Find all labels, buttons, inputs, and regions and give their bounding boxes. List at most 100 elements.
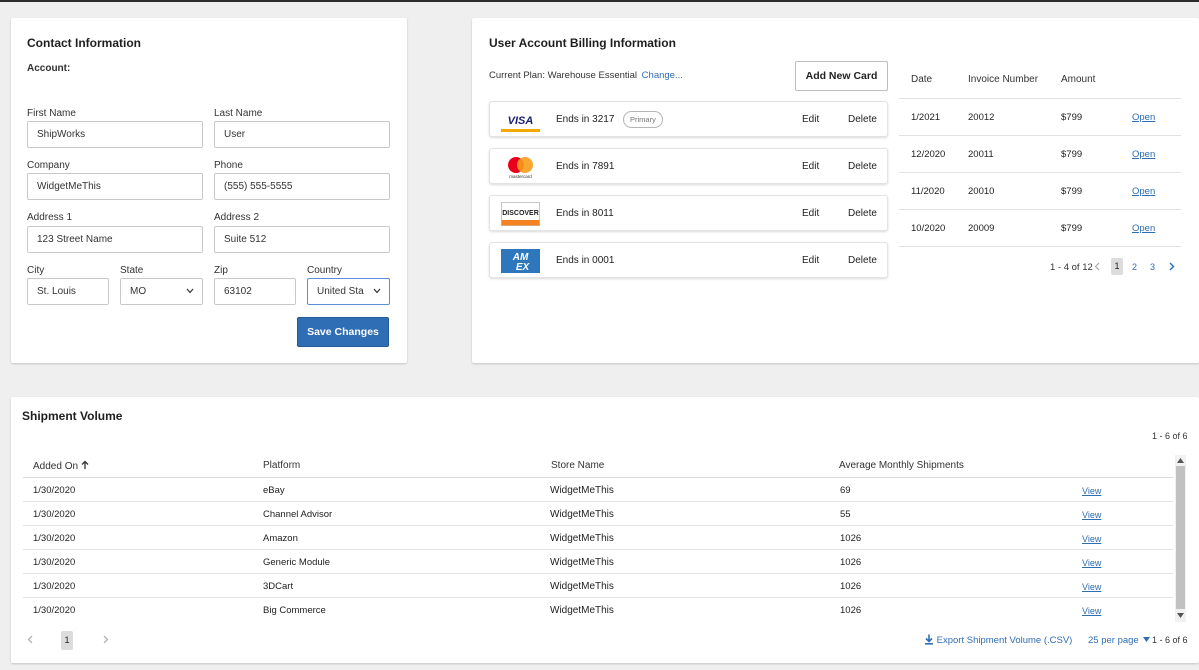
shipment-title: Shipment Volume	[22, 409, 123, 423]
invoice-header-number: Invoice Number	[968, 74, 1039, 85]
card-row: VISA Ends in 3217 Primary Edit Delete	[489, 101, 888, 137]
scroll-down-icon[interactable]	[1177, 613, 1184, 618]
cell-added-on: 1/30/2020	[33, 605, 76, 616]
card-ends: Ends in 0001	[556, 255, 615, 266]
header-avg-monthly[interactable]: Average Monthly Shipments	[839, 460, 964, 471]
open-invoice-link[interactable]: Open	[1132, 112, 1155, 123]
delete-card-button[interactable]: Delete	[848, 161, 877, 172]
invoice-amount: $799	[1061, 186, 1083, 197]
invoice-date: 11/2020	[911, 186, 945, 197]
view-link[interactable]: View	[1082, 558, 1101, 568]
zip-field[interactable]: 63102	[214, 278, 296, 305]
account-label: Account:	[27, 63, 71, 74]
chevron-left-icon[interactable]	[27, 635, 33, 644]
first-name-field[interactable]: ShipWorks	[27, 121, 203, 148]
country-label: Country	[307, 265, 343, 276]
view-link[interactable]: View	[1082, 486, 1101, 496]
invoice-date: 10/2020	[911, 223, 946, 234]
discover-logo-icon: DISCOVER	[501, 202, 540, 226]
chevron-right-icon[interactable]	[1169, 262, 1175, 271]
open-invoice-link[interactable]: Open	[1132, 149, 1155, 160]
invoice-number: 20012	[968, 112, 995, 123]
cell-store: WidgetMeThis	[550, 485, 614, 496]
card-row: mastercard Ends in 7891 Edit Delete	[489, 148, 888, 184]
state-select[interactable]: MO	[120, 278, 203, 305]
top-border	[0, 0, 1199, 2]
address1-field[interactable]: 123 Street Name	[27, 226, 203, 253]
edit-card-button[interactable]: Edit	[802, 208, 819, 219]
export-csv-button[interactable]: Export Shipment Volume (.CSV)	[924, 634, 1072, 646]
header-platform[interactable]: Platform	[263, 460, 300, 471]
card-ends: Ends in 7891	[556, 161, 615, 172]
contact-title: Contact Information	[27, 36, 141, 50]
address2-field[interactable]: Suite 512	[214, 226, 390, 253]
invoice-amount: $799	[1061, 112, 1083, 123]
invoice-row: 11/2020 20010 $799 Open	[899, 173, 1181, 210]
open-invoice-link[interactable]: Open	[1132, 186, 1155, 197]
invoice-date: 12/2020	[911, 149, 946, 160]
cell-avg: 55	[840, 509, 851, 520]
delete-card-button[interactable]: Delete	[848, 255, 877, 266]
delete-card-button[interactable]: Delete	[848, 208, 877, 219]
cell-avg: 1026	[840, 557, 862, 568]
invoice-number: 20011	[968, 149, 994, 160]
amex-logo-icon: AM EX	[501, 249, 540, 273]
invoice-page-2[interactable]: 2	[1132, 262, 1137, 272]
delete-card-button[interactable]: Delete	[848, 114, 877, 125]
primary-badge: Primary	[623, 111, 663, 128]
invoice-header-date: Date	[911, 74, 933, 85]
card-row: DISCOVER Ends in 8011 Edit Delete	[489, 195, 888, 231]
chevron-right-icon[interactable]	[103, 635, 109, 644]
arrow-up-icon	[81, 460, 89, 469]
invoice-row: 10/2020 20009 $799 Open	[899, 210, 1181, 247]
header-store-name[interactable]: Store Name	[551, 460, 604, 471]
cell-added-on: 1/30/2020	[33, 509, 76, 520]
scroll-up-icon[interactable]	[1177, 458, 1184, 463]
zip-label: Zip	[214, 265, 228, 276]
first-name-label: First Name	[27, 108, 76, 119]
edit-card-button[interactable]: Edit	[802, 114, 819, 125]
invoice-page-1[interactable]: 1	[1111, 258, 1123, 275]
view-link[interactable]: View	[1082, 606, 1101, 616]
country-select[interactable]: United Sta	[307, 278, 390, 305]
view-link[interactable]: View	[1082, 534, 1101, 544]
billing-title: User Account Billing Information	[489, 36, 676, 50]
cell-added-on: 1/30/2020	[33, 533, 76, 544]
open-invoice-link[interactable]: Open	[1132, 223, 1155, 234]
scrollbar-thumb[interactable]	[1176, 466, 1185, 609]
cell-platform: Big Commerce	[263, 605, 326, 616]
card-ends: Ends in 8011	[556, 208, 614, 219]
invoice-page-3[interactable]: 3	[1150, 262, 1155, 272]
change-plan-link[interactable]: Change...	[642, 70, 683, 81]
chevron-left-icon[interactable]	[1094, 262, 1100, 271]
invoice-pagination-range: 1 - 4 of 12	[1050, 262, 1093, 273]
cell-avg: 1026	[840, 605, 862, 616]
table-row: 1/30/2020 Generic Module WidgetMeThis 10…	[23, 550, 1173, 574]
table-row: 1/30/2020 Channel Advisor WidgetMeThis 5…	[23, 502, 1173, 526]
phone-field[interactable]: (555) 555-5555	[214, 173, 390, 200]
table-row: 1/30/2020 Big Commerce WidgetMeThis 1026…	[23, 598, 1173, 622]
view-link[interactable]: View	[1082, 510, 1101, 520]
chevron-down-icon	[373, 288, 381, 294]
company-field[interactable]: WidgetMeThis	[27, 173, 203, 200]
card-row: AM EX Ends in 0001 Edit Delete	[489, 242, 888, 278]
save-changes-button[interactable]: Save Changes	[297, 317, 389, 347]
cell-platform: Generic Module	[263, 557, 331, 568]
table-row: 1/30/2020 3DCart WidgetMeThis 1026 View	[23, 574, 1173, 598]
last-name-field[interactable]: User	[214, 121, 390, 148]
header-added-on-label: Added On	[33, 461, 79, 472]
cell-store: WidgetMeThis	[550, 605, 614, 616]
shipment-range-bottom: 1 - 6 of 6	[1152, 635, 1188, 645]
state-value: MO	[130, 286, 147, 297]
edit-card-button[interactable]: Edit	[802, 161, 819, 172]
add-new-card-button[interactable]: Add New Card	[795, 61, 888, 91]
header-added-on[interactable]: Added On	[33, 460, 89, 472]
shipment-page-1[interactable]: 1	[61, 631, 73, 650]
table-scrollbar[interactable]	[1175, 455, 1186, 622]
view-link[interactable]: View	[1082, 582, 1101, 592]
invoice-number: 20010	[968, 186, 995, 197]
city-field[interactable]: St. Louis	[27, 278, 109, 305]
mastercard-logo-icon: mastercard	[508, 157, 533, 179]
per-page-select[interactable]: 25 per page	[1088, 635, 1151, 646]
edit-card-button[interactable]: Edit	[802, 255, 819, 266]
